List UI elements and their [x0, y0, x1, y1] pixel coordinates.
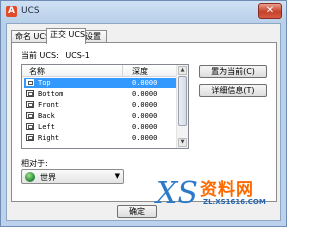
scroll-down-icon[interactable]: ▼ [178, 138, 187, 147]
list-scrollbar[interactable]: ▲ ▼ [176, 65, 188, 148]
item-depth: 0.0000 [132, 101, 158, 109]
watermark-title: 资料网 [200, 180, 254, 200]
item-depth: 0.0000 [132, 90, 158, 98]
list-item[interactable]: Back 0.0000 [24, 111, 176, 121]
details-button[interactable]: 详细信息(T) [199, 84, 267, 97]
current-ucs-label: 当前 UCS: [21, 51, 59, 60]
list-item[interactable]: Top 0.0000 [24, 78, 176, 88]
item-name: Front [38, 101, 60, 109]
watermark-logo-mark: XS [156, 176, 198, 211]
close-button[interactable]: ✕ [258, 3, 282, 19]
item-depth: 0.0000 [132, 134, 158, 142]
view-cube-icon [26, 123, 34, 130]
item-name: Top [38, 79, 51, 87]
scrollbar-thumb[interactable] [178, 76, 187, 126]
list-item[interactable]: Bottom 0.0000 [24, 89, 176, 99]
relative-to-select[interactable]: 世界 ▼ [21, 169, 124, 184]
relative-to-label: 相对于: [21, 159, 48, 168]
chevron-down-icon[interactable]: ▼ [115, 172, 120, 180]
item-name: Back [38, 112, 55, 120]
window-title: UCS [21, 6, 40, 16]
item-depth: 0.0000 [132, 112, 158, 120]
current-ucs: 当前 UCS: UCS-1 [21, 50, 94, 61]
globe-icon [25, 172, 35, 182]
relative-to-value: 世界 [40, 173, 56, 182]
title-bar: A UCS ✕ [1, 1, 286, 23]
column-header-name[interactable]: 名称 [29, 66, 45, 77]
view-cube-icon [26, 112, 34, 119]
item-name: Right [38, 134, 60, 142]
ucs-list[interactable]: 名称 深度 Top 0.0000 Bottom 0.0000 Front 0.0… [21, 64, 189, 149]
list-item[interactable]: Left 0.0000 [24, 122, 176, 132]
item-depth: 0.0000 [132, 79, 158, 87]
item-depth: 0.0000 [132, 123, 158, 131]
watermark-url: ZL.XS1616.COM [203, 198, 266, 206]
list-item[interactable]: Front 0.0000 [24, 100, 176, 110]
view-cube-icon [26, 90, 34, 97]
column-divider[interactable] [122, 65, 123, 76]
item-name: Bottom [38, 90, 64, 98]
set-current-button[interactable]: 置为当前(C) [199, 65, 267, 78]
list-item[interactable]: Right 0.0000 [24, 133, 176, 143]
current-ucs-value: UCS-1 [65, 51, 90, 60]
view-cube-icon [26, 79, 34, 86]
column-header-depth[interactable]: 深度 [132, 66, 148, 77]
site-watermark: XS 资料网 ZL.XS1616.COM [150, 173, 287, 227]
view-cube-icon [26, 134, 34, 141]
autocad-icon: A [6, 6, 17, 17]
view-cube-icon [26, 101, 34, 108]
scroll-up-icon[interactable]: ▲ [178, 66, 187, 75]
list-header: 名称 深度 [22, 65, 177, 77]
item-name: Left [38, 123, 55, 131]
tab-orthographic-ucs[interactable]: 正交 UCS [46, 28, 86, 44]
